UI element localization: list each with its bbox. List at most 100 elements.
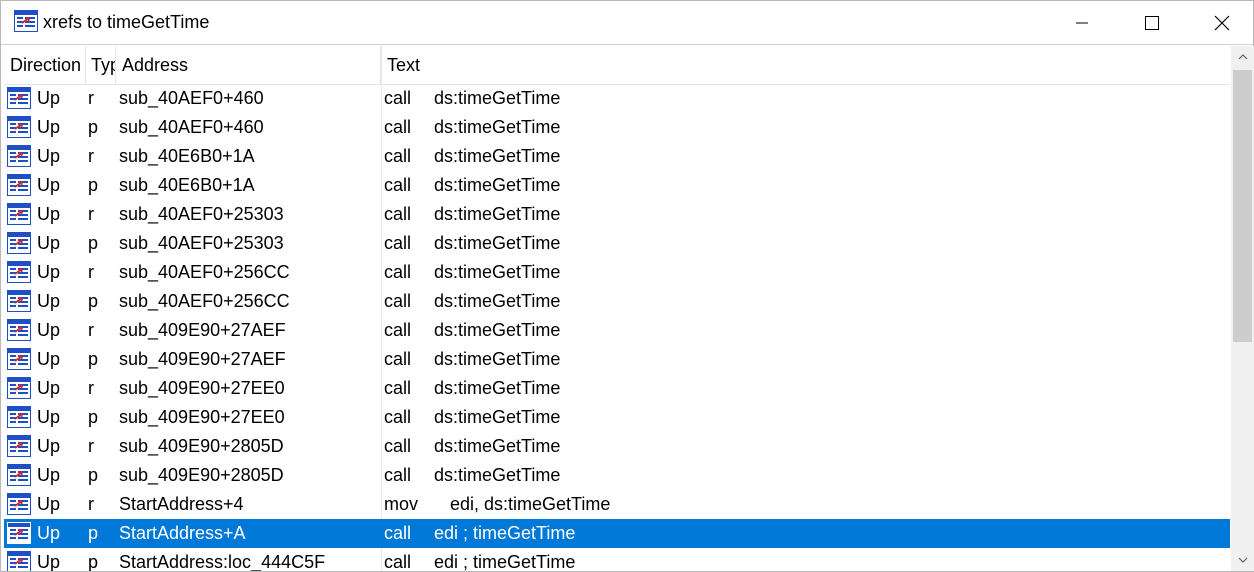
row-mnemonic: call	[384, 146, 412, 166]
row-type: p	[88, 465, 99, 485]
table-row[interactable]: Up r sub_409E90+27EE0 call ds:timeGetTim…	[4, 374, 1230, 403]
row-direction: Up	[37, 291, 61, 311]
row-address: sub_40AEF0+460	[119, 117, 264, 137]
row-type: p	[88, 117, 99, 137]
row-mnemonic: call	[384, 378, 412, 398]
table-row[interactable]: Up p sub_40AEF0+460 call ds:timeGetTime	[4, 113, 1230, 142]
row-operand: ds:timeGetTime	[434, 349, 561, 369]
table-row[interactable]: Up p sub_409E90+27AEF call ds:timeGetTim…	[4, 345, 1230, 374]
row-direction: Up	[37, 407, 61, 427]
table-row[interactable]: Up p sub_40AEF0+25303 call ds:timeGetTim…	[4, 229, 1230, 258]
table-row[interactable]: Up r sub_409E90+27AEF call ds:timeGetTim…	[4, 316, 1230, 345]
row-type: p	[88, 407, 99, 427]
row-mnemonic: call	[384, 523, 412, 543]
column-header-address[interactable]: Address	[116, 46, 381, 84]
row-direction: Up	[37, 175, 61, 195]
row-operand: ds:timeGetTime	[434, 88, 561, 108]
row-type: p	[88, 233, 99, 253]
table-row[interactable]: Up r sub_40AEF0+256CC call ds:timeGetTim…	[4, 258, 1230, 287]
row-type: p	[88, 523, 99, 543]
row-mnemonic: call	[384, 552, 412, 571]
row-direction: Up	[37, 494, 61, 514]
title-bar[interactable]: xrefs to timeGetTime	[1, 1, 1253, 45]
xref-list-icon	[7, 174, 31, 196]
row-type: p	[88, 291, 99, 311]
row-type: r	[88, 378, 94, 398]
row-direction: Up	[37, 117, 61, 137]
xref-list-icon	[7, 145, 31, 167]
row-mnemonic: call	[384, 407, 412, 427]
row-type: r	[88, 262, 94, 282]
row-address: StartAddress+A	[119, 523, 246, 543]
row-mnemonic: call	[384, 233, 412, 253]
column-header-text[interactable]: Text	[381, 46, 1230, 84]
row-operand: ds:timeGetTime	[434, 175, 561, 195]
table-row[interactable]: Up r sub_40AEF0+460 call ds:timeGetTime	[4, 84, 1230, 113]
table-row[interactable]: Up r StartAddress+4 mov edi, ds:timeGetT…	[4, 490, 1230, 519]
xref-list[interactable]: Direction Type Address Text Up r sub_40A…	[4, 46, 1230, 571]
row-operand: ds:timeGetTime	[434, 320, 561, 340]
table-row[interactable]: Up r sub_40E6B0+1A call ds:timeGetTime	[4, 142, 1230, 171]
xref-list-icon	[7, 348, 31, 370]
window-title: xrefs to timeGetTime	[43, 12, 210, 32]
row-operand: ds:timeGetTime	[434, 378, 561, 398]
table-row[interactable]: Up p sub_40E6B0+1A call ds:timeGetTime	[4, 171, 1230, 200]
row-direction: Up	[37, 146, 61, 166]
column-header-type[interactable]: Type	[86, 46, 116, 84]
xref-list-icon	[7, 406, 31, 428]
table-row[interactable]: Up r sub_40AEF0+25303 call ds:timeGetTim…	[4, 200, 1230, 229]
table-row[interactable]: Up p sub_409E90+2805D call ds:timeGetTim…	[4, 461, 1230, 490]
row-address: sub_40AEF0+25303	[119, 233, 284, 253]
row-mnemonic: call	[384, 117, 412, 137]
row-address: sub_40AEF0+256CC	[119, 262, 290, 282]
row-direction: Up	[37, 233, 61, 253]
row-type: r	[88, 146, 94, 166]
row-operand: ds:timeGetTime	[434, 407, 561, 427]
scroll-thumb[interactable]	[1233, 70, 1252, 342]
row-direction: Up	[37, 523, 61, 543]
row-direction: Up	[37, 436, 61, 456]
scroll-down-button[interactable]	[1231, 549, 1254, 571]
table-row[interactable]: Up p sub_409E90+27EE0 call ds:timeGetTim…	[4, 403, 1230, 432]
scroll-up-button[interactable]	[1231, 46, 1254, 68]
row-mnemonic: call	[384, 291, 412, 311]
row-direction: Up	[37, 465, 61, 485]
list-rows: Up r sub_40AEF0+460 call ds:timeGetTime …	[4, 84, 1230, 571]
row-operand: ds:timeGetTime	[434, 146, 561, 166]
table-row[interactable]: Up p sub_40AEF0+256CC call ds:timeGetTim…	[4, 287, 1230, 316]
xref-list-icon	[7, 551, 31, 571]
row-operand: ds:timeGetTime	[434, 204, 561, 224]
chevron-down-icon	[1238, 557, 1247, 563]
row-mnemonic: mov	[384, 494, 419, 514]
xref-list-icon	[7, 203, 31, 225]
row-address: sub_409E90+2805D	[119, 465, 284, 485]
maximize-icon	[1145, 15, 1159, 30]
row-address: StartAddress:loc_444C5F	[119, 552, 326, 571]
row-type: r	[88, 320, 94, 340]
column-header-direction[interactable]: Direction	[4, 46, 86, 84]
row-type: r	[88, 436, 94, 456]
xref-list-icon	[7, 493, 31, 515]
table-row[interactable]: Up r sub_409E90+2805D call ds:timeGetTim…	[4, 432, 1230, 461]
row-mnemonic: call	[384, 262, 412, 282]
row-operand: edi ; timeGetTime	[434, 523, 576, 543]
vertical-scrollbar[interactable]	[1231, 46, 1254, 571]
row-address: sub_409E90+27EE0	[119, 407, 285, 427]
row-address: sub_40E6B0+1A	[119, 146, 255, 166]
xref-list-icon	[7, 435, 31, 457]
row-operand: ds:timeGetTime	[434, 465, 561, 485]
row-mnemonic: call	[384, 349, 412, 369]
row-operand: edi, ds:timeGetTime	[450, 494, 611, 514]
table-row[interactable]: Up p StartAddress+A call edi ; timeGetTi…	[4, 519, 1230, 548]
close-button[interactable]	[1187, 1, 1254, 44]
xrefs-window: xrefs to timeGetTime Direction Type Addr…	[0, 0, 1254, 572]
row-operand: ds:timeGetTime	[434, 262, 561, 282]
row-mnemonic: call	[384, 320, 412, 340]
row-type: p	[88, 349, 99, 369]
row-address: sub_40E6B0+1A	[119, 175, 255, 195]
table-row[interactable]: Up p StartAddress:loc_444C5F call edi ; …	[4, 548, 1230, 571]
row-mnemonic: call	[384, 436, 412, 456]
minimize-button[interactable]	[1047, 1, 1117, 44]
row-address: StartAddress+4	[119, 494, 244, 514]
maximize-button[interactable]	[1117, 1, 1187, 44]
